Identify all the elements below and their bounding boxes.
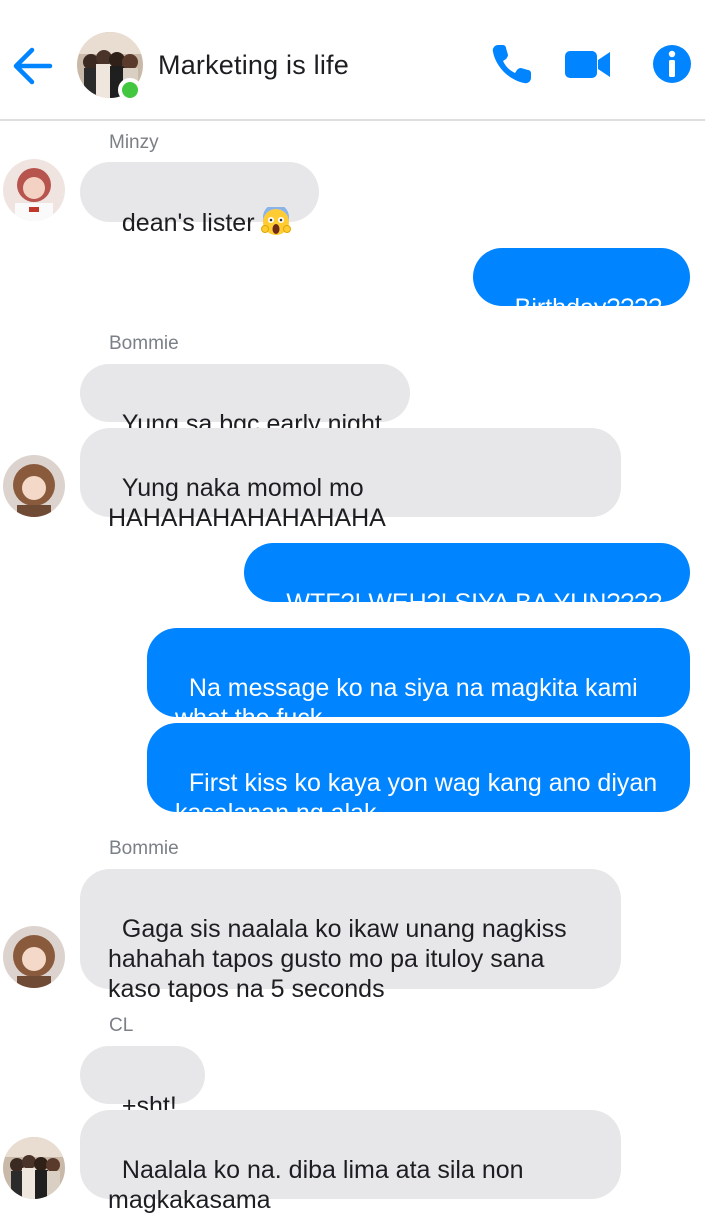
voice-call-button[interactable] — [488, 40, 536, 88]
back-button[interactable] — [10, 44, 54, 88]
video-camera-icon — [565, 51, 610, 78]
scream-emoji-icon — [260, 204, 291, 244]
message-text: dean's lister — [121, 209, 255, 237]
back-arrow-icon — [13, 47, 53, 85]
sender-name: Bommie — [109, 333, 179, 354]
message-text: Birthday???? — [514, 294, 662, 322]
info-icon — [653, 45, 691, 83]
message-bubble[interactable]: Yung naka momol mo HAHAHAHAHAHAHAHA — [80, 428, 621, 532]
message-bubble[interactable]: Yung sa bgc early night — [80, 364, 410, 438]
avatar-minzy[interactable] — [3, 159, 65, 221]
video-call-button[interactable] — [562, 40, 610, 88]
conversation-title[interactable]: Marketing is life — [158, 50, 349, 81]
sender-name: Minzy — [109, 132, 159, 153]
message-bubble-outgoing[interactable]: Birthday???? — [472, 248, 690, 322]
avatar-cl[interactable] — [3, 1137, 65, 1199]
sender-name: Bommie — [109, 838, 179, 859]
chat-header: Marketing is life — [0, 0, 705, 121]
message-bubble[interactable]: Gaga sis naalala ko ikaw unang nagkiss h… — [80, 869, 621, 1003]
avatar-bommie[interactable] — [3, 926, 65, 988]
phone-icon — [492, 45, 531, 84]
message-bubble-outgoing[interactable]: First kiss ko kaya yon wag kang ano diya… — [147, 723, 690, 827]
avatar-bommie[interactable] — [3, 455, 65, 517]
sender-name: CL — [109, 1015, 134, 1036]
message-text: WTF?! WEH?! SIYA BA YUN???? — [286, 589, 662, 617]
message-text: Naalala ko na. diba lima ata sila non ma… — [108, 1156, 524, 1214]
message-bubble[interactable]: Naalala ko na. diba lima ata sila non ma… — [80, 1110, 621, 1214]
online-status-dot — [118, 78, 142, 102]
message-bubble[interactable]: dean's lister — [80, 162, 319, 237]
message-text: Gaga sis naalala ko ikaw unang nagkiss h… — [108, 915, 567, 1003]
conversation-info-button[interactable] — [648, 40, 696, 88]
message-bubble[interactable]: +sht! — [80, 1046, 205, 1120]
message-text: First kiss ko kaya yon wag kang ano diya… — [175, 769, 658, 827]
message-text: Yung naka momol mo HAHAHAHAHAHAHAHA — [108, 474, 386, 532]
header-divider — [0, 119, 705, 121]
message-bubble-outgoing[interactable]: WTF?! WEH?! SIYA BA YUN???? — [244, 543, 690, 617]
message-bubble-outgoing[interactable]: Na message ko na siya na magkita kami wh… — [147, 628, 690, 732]
